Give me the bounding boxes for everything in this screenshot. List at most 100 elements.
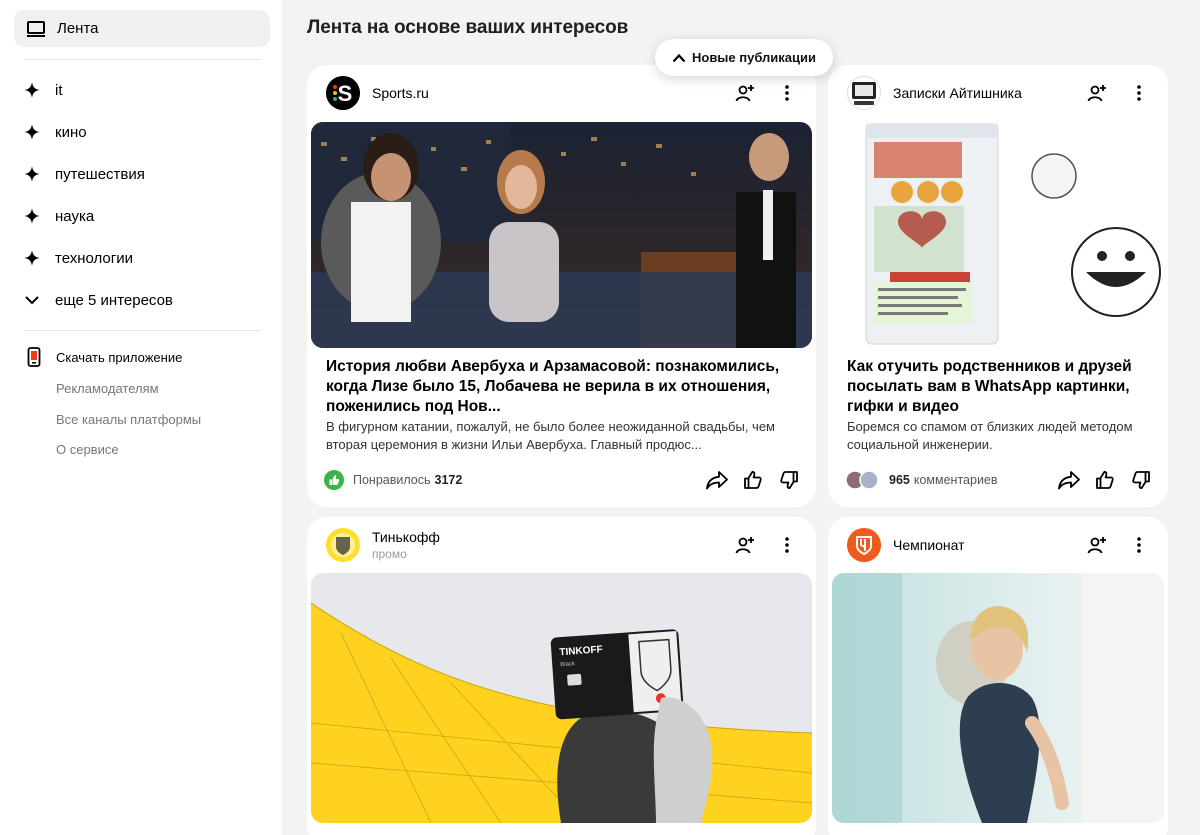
more-menu-button[interactable] xyxy=(1128,82,1150,104)
promo-label: промо xyxy=(372,547,407,561)
channel-name[interactable]: Записки Айтишника xyxy=(893,85,1022,101)
championat-logo-icon xyxy=(847,528,881,562)
article-snippet: Боремся со спамом от близких людей метод… xyxy=(847,419,1133,452)
likes-count: 3172 xyxy=(434,473,463,487)
add-user-icon xyxy=(735,537,754,554)
channel-avatar[interactable] xyxy=(326,528,360,562)
sidebar-item-label: Лента xyxy=(57,20,99,37)
download-app-link[interactable]: Скачать приложение xyxy=(27,347,182,367)
card-header: Записки Айтишника xyxy=(847,76,1150,110)
thumbs-down-icon xyxy=(1132,471,1150,490)
tinkoff-crest-icon xyxy=(326,528,360,562)
sidebar-item-label: путешествия xyxy=(55,165,145,183)
sparkle-icon xyxy=(24,208,40,224)
add-user-icon xyxy=(1087,537,1106,554)
article-image[interactable] xyxy=(311,122,812,348)
subscribe-button[interactable] xyxy=(734,534,756,556)
sidebar-item-tech[interactable]: технологии xyxy=(24,243,264,273)
more-vertical-icon xyxy=(785,85,789,101)
channel-avatar[interactable] xyxy=(847,76,881,110)
sidebar-item-label: технологии xyxy=(55,249,134,267)
like-button[interactable] xyxy=(1094,469,1116,491)
sparkle-icon xyxy=(24,124,40,140)
add-user-icon xyxy=(735,85,754,102)
dislike-button[interactable] xyxy=(778,469,800,491)
about-link[interactable]: О сервисе xyxy=(56,442,119,457)
sidebar-item-label: it xyxy=(55,81,63,99)
chevron-up-icon xyxy=(672,53,686,62)
likes-stat: Понравилось 3172 xyxy=(324,470,462,490)
divider xyxy=(24,59,260,60)
article-title[interactable]: Как отучить родственников и друзей посыл… xyxy=(847,357,1152,417)
sidebar-item-kino[interactable]: кино xyxy=(24,117,264,147)
card-header: Тинькофф промо xyxy=(326,528,798,562)
phone-icon xyxy=(27,347,41,367)
like-badge-icon xyxy=(324,470,344,490)
svg-text:S: S xyxy=(338,81,353,106)
channel-avatar[interactable] xyxy=(847,528,881,562)
more-menu-button[interactable] xyxy=(776,82,798,104)
sidebar-item-label: еще 5 интересов xyxy=(55,291,173,309)
more-vertical-icon xyxy=(785,537,789,553)
article-snippet: В фигурном катании, пожалуй, не было бол… xyxy=(326,419,775,452)
thumbs-up-icon xyxy=(744,470,762,489)
like-button[interactable] xyxy=(742,469,764,491)
sidebar-item-feed[interactable]: Лента xyxy=(14,10,270,47)
sparkle-icon xyxy=(24,250,40,266)
sports-logo-icon: S xyxy=(326,76,360,110)
commenter-avatars xyxy=(845,470,879,490)
all-channels-link[interactable]: Все каналы платформы xyxy=(56,412,201,427)
more-vertical-icon xyxy=(1137,537,1141,553)
new-posts-label: Новые публикации xyxy=(691,50,816,65)
divider xyxy=(24,330,260,331)
subscribe-button[interactable] xyxy=(734,82,756,104)
share-button[interactable] xyxy=(706,469,728,491)
card-header: Чемпионат xyxy=(847,528,1150,562)
article-title[interactable]: История любви Авербуха и Арзамасовой: по… xyxy=(326,357,800,417)
article-image[interactable] xyxy=(832,122,1164,348)
more-menu-button[interactable] xyxy=(776,534,798,556)
more-vertical-icon xyxy=(1137,85,1141,101)
sidebar-item-travel[interactable]: путешествия xyxy=(24,159,264,189)
sidebar-more-interests[interactable]: еще 5 интересов xyxy=(24,285,264,315)
download-app-label: Скачать приложение xyxy=(56,349,183,365)
card-footer: Понравилось 3172 xyxy=(324,468,800,492)
share-icon xyxy=(1058,471,1080,490)
new-posts-button[interactable]: Новые публикации xyxy=(655,39,833,76)
share-button[interactable] xyxy=(1058,469,1080,491)
card-footer: 965 комментариев xyxy=(845,468,1152,492)
thumbs-down-icon xyxy=(780,471,798,490)
sidebar: Лента it кино путешествия наука технолог… xyxy=(0,0,282,835)
sparkle-icon xyxy=(24,166,40,182)
feed-card[interactable]: Тинькофф промо TINKOFF Black xyxy=(307,517,816,835)
sidebar-item-it[interactable]: it xyxy=(24,75,264,105)
sidebar-item-label: кино xyxy=(55,123,87,141)
feed-card[interactable]: Записки Айтишника Как отучить родственни… xyxy=(828,65,1168,507)
share-icon xyxy=(706,471,728,490)
feed-card[interactable]: S Sports.ru История любви Авербуха и Арз… xyxy=(307,65,816,507)
subscribe-button[interactable] xyxy=(1086,82,1108,104)
more-menu-button[interactable] xyxy=(1128,534,1150,556)
thumbs-up-icon xyxy=(1096,470,1114,489)
channel-name[interactable]: Тинькофф xyxy=(372,529,440,545)
add-user-icon xyxy=(1087,85,1106,102)
promo-image[interactable]: TINKOFF Black xyxy=(311,573,812,823)
article-image[interactable] xyxy=(832,573,1164,823)
channel-avatar[interactable]: S xyxy=(326,76,360,110)
sidebar-item-science[interactable]: наука xyxy=(24,201,264,231)
sidebar-item-label: наука xyxy=(55,207,95,225)
likes-label: Понравилось xyxy=(353,473,431,487)
card-tier-text: Black xyxy=(560,661,576,668)
computer-logo-icon xyxy=(852,82,876,105)
subscribe-button[interactable] xyxy=(1086,534,1108,556)
chevron-down-icon xyxy=(25,296,39,305)
card-header: S Sports.ru xyxy=(326,76,798,110)
comments-label: комментариев xyxy=(913,473,998,487)
dislike-button[interactable] xyxy=(1130,469,1152,491)
advertisers-link[interactable]: Рекламодателям xyxy=(56,381,159,396)
feed-card[interactable]: Чемпионат xyxy=(828,517,1168,835)
monitor-icon xyxy=(27,20,45,37)
channel-name[interactable]: Чемпионат xyxy=(893,537,965,553)
page-title: Лента на основе ваших интересов xyxy=(307,17,629,38)
channel-name[interactable]: Sports.ru xyxy=(372,85,429,101)
